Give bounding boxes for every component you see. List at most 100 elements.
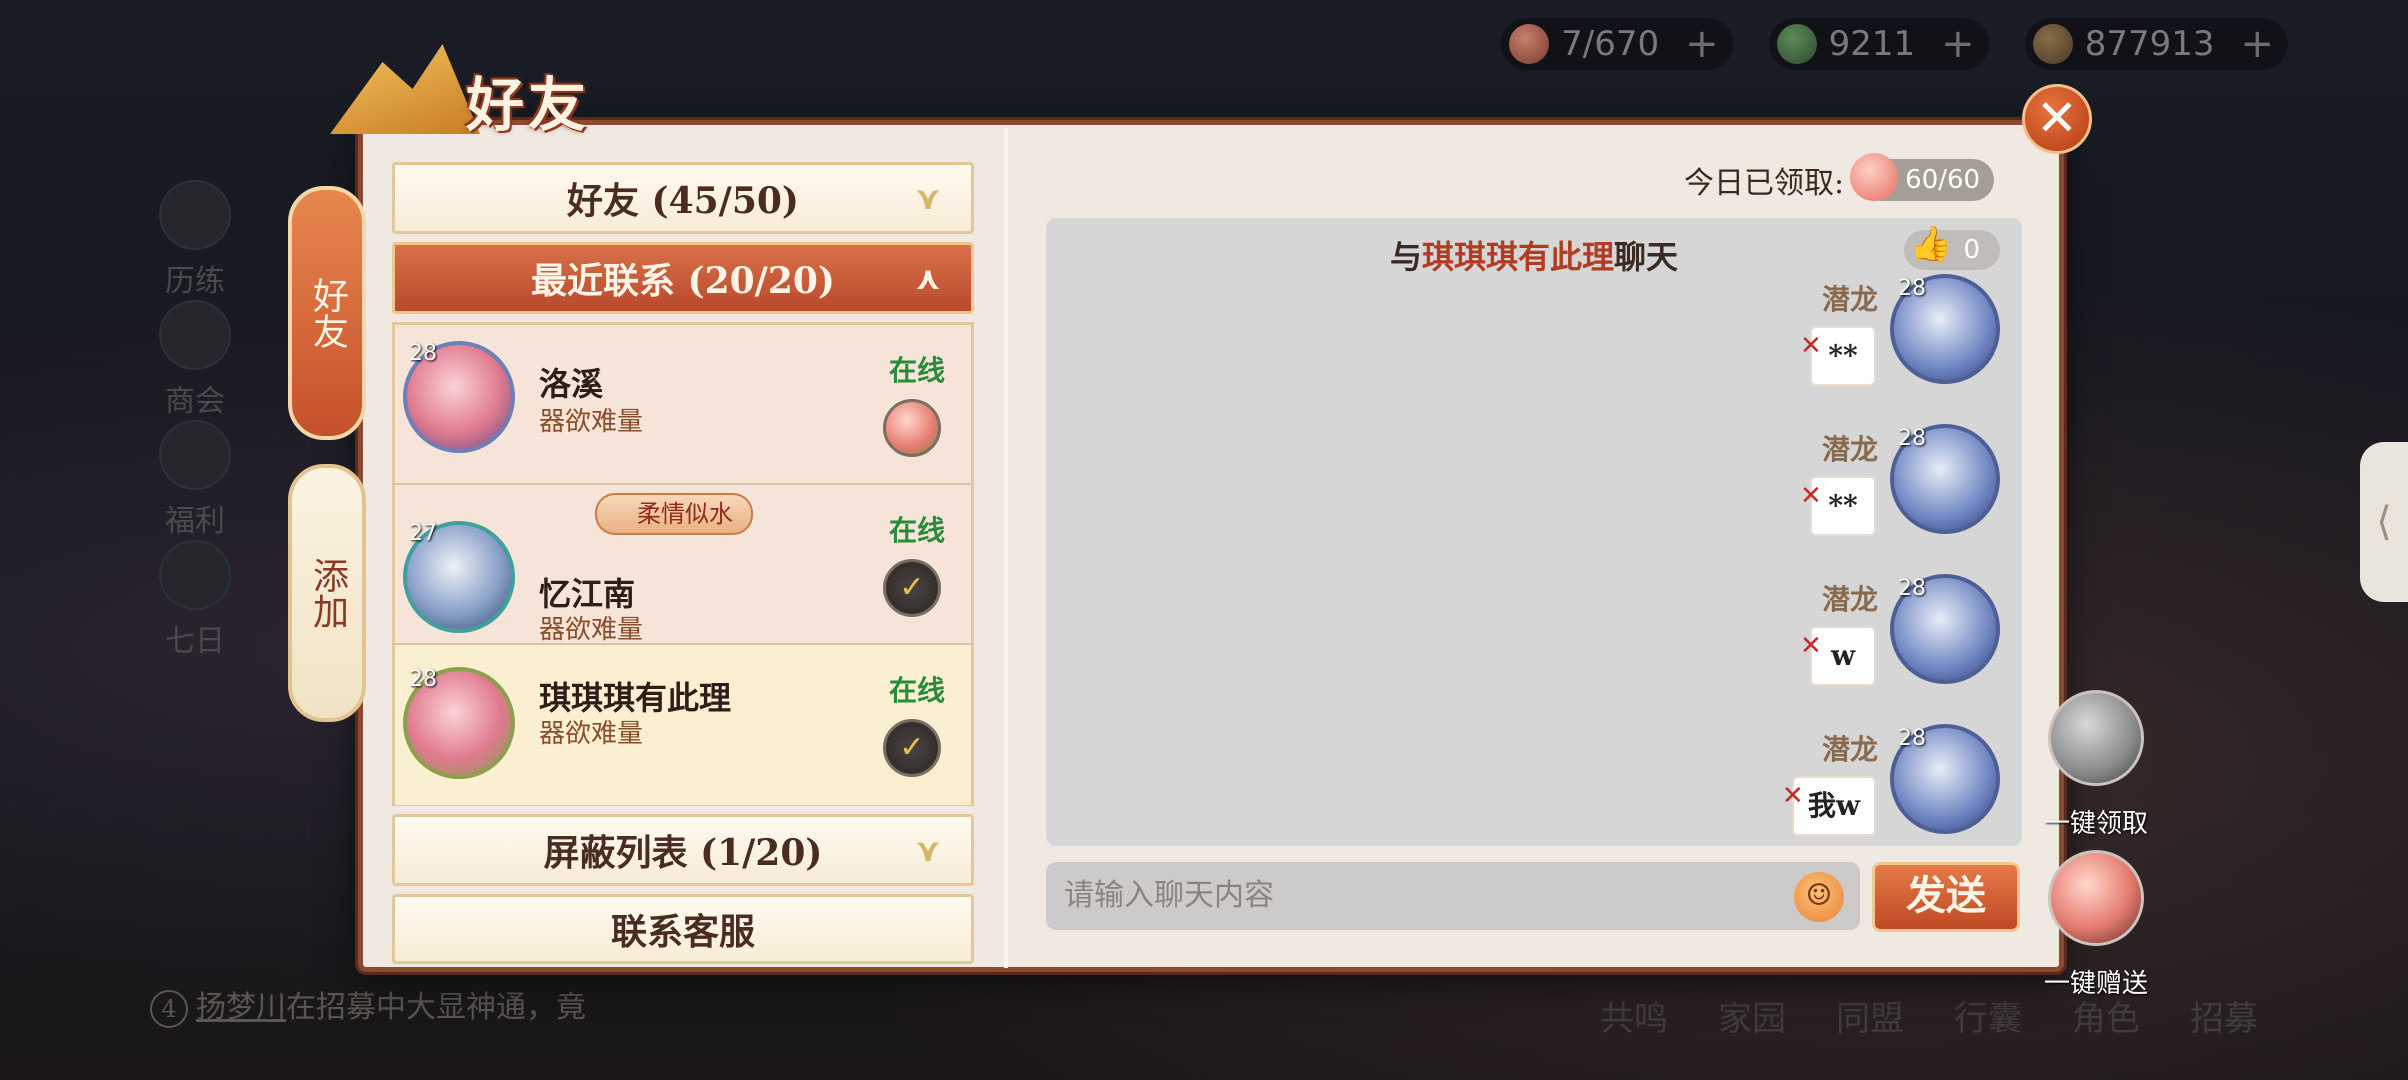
avatar[interactable]: 28 [1890,724,2000,834]
menu-item: 历练 [140,180,250,300]
category-recent[interactable]: 最近联系 (20/20) ⋏ [392,242,974,314]
peach-icon [1509,24,1550,64]
friend-name: 洛溪 [539,365,604,403]
like-button[interactable]: 👍 0 [1904,224,2000,270]
edge-collapse-tab[interactable]: ⟨ [2360,442,2408,602]
online-status: 在线 [888,514,945,547]
chat-message: 潜龙 28 ✕ ** [1700,274,2000,404]
dialog-title: 好友 [466,71,591,139]
friend-signature: 器欲难量 [539,615,644,645]
resource-jade: 9211 + [1768,18,1989,70]
news-ticker: 4 扬梦川在招募中大显神通，竟 [150,982,586,1028]
plus-icon[interactable]: + [1941,21,1975,67]
close-icon: ✕ [2036,89,2078,147]
tab-label: 好友 [307,277,348,349]
chevron-up-icon: ⋏ [915,259,941,297]
resource-value: 877913 [2084,24,2215,64]
friend-row[interactable]: 28 洛溪 器欲难量 在线 [395,325,971,485]
resource-bar: 7/670 + 9211 + 877913 + [1501,18,2288,70]
chat-title-prefix: 与 [1389,238,1422,276]
menu-label: 历练 [165,264,225,299]
menu-item: 商会 [140,300,250,420]
ticker-text: 在招募中大显神通，竟 [286,990,586,1025]
send-button[interactable]: 发送 [1872,862,2020,932]
avatar[interactable]: 28 [1890,274,2000,384]
menu-label: 商会 [165,384,225,419]
tab-friends[interactable]: 好友 [288,186,366,440]
menu-label: 七日 [165,624,225,659]
message-text: ** [1828,489,1858,522]
jade-icon [1776,24,1817,64]
send-failed-icon[interactable]: ✕ [1800,318,1822,374]
message-text: ** [1828,339,1858,372]
menu-icon [159,540,231,610]
avatar: 27 [403,521,515,633]
avatar[interactable]: 28 [1890,574,2000,684]
friend-signature: 器欲难量 [539,407,644,437]
chevron-down-icon: ⋎ [915,831,941,869]
chat-input[interactable]: 请输入聊天内容 [1046,862,1860,930]
plus-icon[interactable]: + [1685,21,1719,67]
message-bubble: ✕ w [1800,626,1876,686]
level-badge: 28 [409,341,437,366]
send-peach-icon[interactable] [883,399,941,457]
menu-label: 福利 [165,504,225,539]
avatar[interactable]: 28 [1890,424,2000,534]
daily-claim-status: 今日已领取: 60/60 [1684,153,1995,202]
send-failed-icon[interactable]: ✕ [1782,768,1804,824]
category-friends[interactable]: 好友 (45/50) ⋎ [392,162,974,234]
chat-input-placeholder: 请输入聊天内容 [1064,878,1274,913]
chevron-down-icon: ⋎ [915,179,941,217]
menu-icon [159,300,231,370]
ticker-number: 4 [150,990,188,1028]
title-badge: 柔情似水 [595,493,753,535]
friend-categories: 好友 (45/50) ⋎ 最近联系 (20/20) ⋏ 28 洛溪 器欲难量 在… [392,162,974,964]
emoji-icon[interactable]: ☺ [1794,872,1844,922]
category-label: 屏蔽列表 (1/20) [543,832,823,874]
contact-service-button[interactable]: 联系客服 [392,894,974,964]
service-label: 联系客服 [610,911,755,953]
friend-row-selected[interactable]: 28 琪琪琪有此理 器欲难量 在线 ✓ [395,645,971,805]
bottom-menu-item: 共鸣 [1600,999,1668,1039]
chat-title: 与琪琪琪有此理聊天 [1046,232,2022,278]
chat-message: 潜龙 28 ✕ ** [1700,424,2000,554]
claim-all-button[interactable]: 一键领取 [2040,690,2150,840]
level-badge: 28 [1898,276,1926,301]
message-bubble: ✕ ** [1800,476,1876,536]
level-badge: 28 [1898,576,1926,601]
menu-icon [159,420,231,490]
message-sender: 潜龙 [1821,583,1878,616]
send-all-label: 一键赠送 [2043,969,2148,999]
message-text: w [1830,639,1856,672]
bottom-menu-item: 家园 [1718,999,1786,1039]
send-failed-icon[interactable]: ✕ [1800,618,1822,674]
claim-value: 60/60 [1905,165,1981,195]
plus-icon[interactable]: + [2240,21,2274,67]
send-failed-icon[interactable]: ✕ [1800,468,1822,524]
bottom-menu-item: 招募 [2190,999,2258,1039]
claim-all-label: 一键领取 [2043,809,2148,839]
category-label: 好友 (45/50) [567,180,799,222]
background-side-menu: 历练 商会 福利 七日 [140,180,250,660]
peach-send-icon [2048,850,2144,946]
chevron-left-icon: ⟨ [2376,499,2392,545]
level-badge: 28 [409,667,437,692]
friend-row[interactable]: 柔情似水 27 忆江南 器欲难量 在线 ✓ [395,485,971,645]
thumbs-up-icon: 👍 [1910,224,1953,264]
close-button[interactable]: ✕ [2022,84,2092,154]
friend-list: 28 洛溪 器欲难量 在线 柔情似水 27 忆江南 器欲难量 在线 ✓ 28 琪… [392,322,974,806]
title-label: 柔情似水 [637,500,733,528]
message-sender: 潜龙 [1821,283,1878,316]
category-blocked[interactable]: 屏蔽列表 (1/20) ⋎ [392,814,974,886]
menu-icon [159,180,231,250]
chat-message: 潜龙 28 ✕ 我w [1700,724,2000,854]
tab-add[interactable]: 添加 [288,464,366,722]
level-badge: 27 [409,521,437,546]
chat-title-suffix: 聊天 [1614,238,1679,276]
message-sender: 潜龙 [1821,733,1878,766]
ticker-player-name: 扬梦川 [196,990,286,1025]
peach-claim-icon [2048,690,2144,786]
gift-sent-check-icon: ✓ [883,719,941,777]
send-all-button[interactable]: 一键赠送 [2040,850,2150,1000]
message-bubble: ✕ 我w [1782,776,1876,836]
